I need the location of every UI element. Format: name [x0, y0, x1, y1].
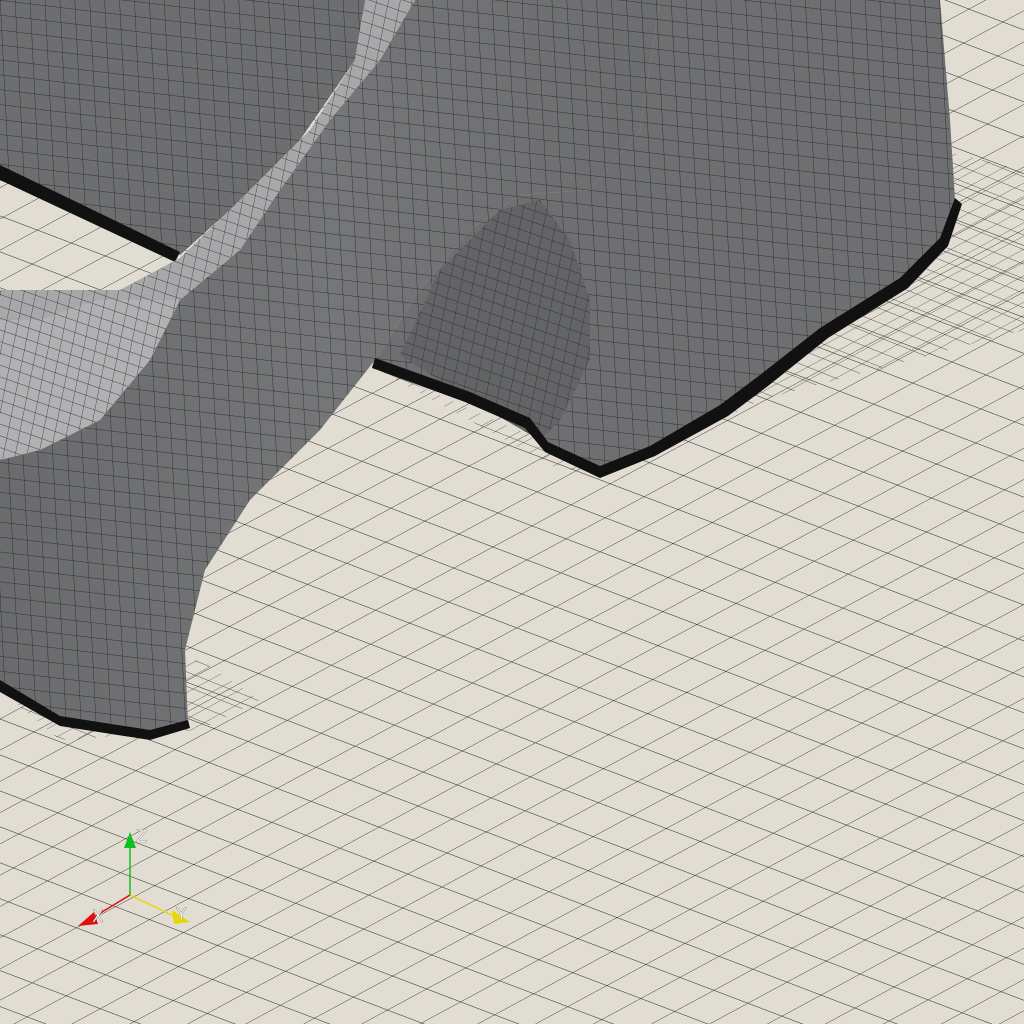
y-axis-label: Y	[175, 905, 187, 925]
mesh-render: Z Y X	[0, 0, 1024, 1024]
x-axis-label: X	[92, 907, 104, 927]
3d-viewport[interactable]: Z Y X	[0, 0, 1024, 1024]
z-axis-label: Z	[136, 827, 148, 847]
